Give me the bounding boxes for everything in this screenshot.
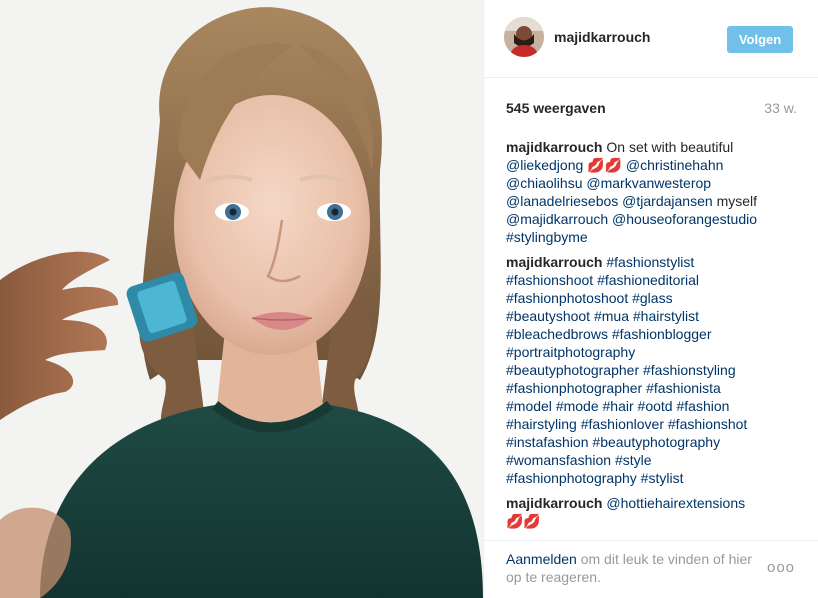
login-link[interactable]: Aanmelden <box>506 551 577 567</box>
post-footer: Aanmelden om dit leuk te vinden of hier … <box>484 540 818 598</box>
hashtag-link[interactable]: #beautyshoot <box>506 308 590 324</box>
avatar[interactable] <box>504 17 544 57</box>
more-options-icon[interactable]: ooo <box>766 560 796 575</box>
hashtag-link[interactable]: #fashionphotoshoot <box>506 290 628 306</box>
mention-link[interactable]: @houseoforangestudio <box>612 211 757 227</box>
mention-link[interactable]: @majidkarrouch <box>506 211 608 227</box>
hashtag-link[interactable]: #model <box>506 398 552 414</box>
hashtag-link[interactable]: #fashionshoot <box>506 272 593 288</box>
comment-list: majidkarrouch On set with beautiful @lie… <box>506 138 796 537</box>
username-link[interactable]: majidkarrouch <box>554 29 650 45</box>
hashtag-link[interactable]: #hairstyling <box>506 416 577 432</box>
hashtag-link[interactable]: #fashionstylist <box>606 254 694 270</box>
hashtag-link[interactable]: #beautyphotography <box>592 434 720 450</box>
post-stats: 545 weergaven 33 w. <box>506 100 797 120</box>
mention-link[interactable]: @hottiehairextensions <box>606 495 745 511</box>
lips-emoji: 💋💋 <box>587 157 623 173</box>
hashtag-link[interactable]: #fashionshot <box>668 416 747 432</box>
mention-link[interactable]: @markvanwesterop <box>586 175 711 191</box>
hashtag-link[interactable]: #bleachedbrows <box>506 326 608 342</box>
hashtag-link[interactable]: #hair <box>603 398 634 414</box>
hashtag-link[interactable]: #portraitphotography <box>506 344 635 360</box>
view-count: 545 weergaven <box>506 100 606 116</box>
mention-link[interactable]: @tjardajansen <box>622 193 713 209</box>
profile-photo-icon <box>504 17 544 57</box>
post-photo[interactable] <box>0 0 483 598</box>
hashtag-link[interactable]: #beautyphotographer <box>506 362 639 378</box>
follow-button[interactable]: Volgen <box>727 26 793 53</box>
hashtag-link[interactable]: #instafashion <box>506 434 589 450</box>
hashtag-link[interactable]: #fashion <box>676 398 729 414</box>
comment-text: #fashionstylist #fashionshoot #fashioned… <box>506 254 747 486</box>
mention-link[interactable]: @christinehahn <box>626 157 724 173</box>
mention-link[interactable]: @lanadelriesebos <box>506 193 618 209</box>
portrait-image <box>0 0 483 598</box>
hashtag-link[interactable]: #fashioneditorial <box>597 272 699 288</box>
hashtag-link[interactable]: #fashionphotographer <box>506 380 642 396</box>
post-sidebar: majidkarrouch Volgen 545 weergaven 33 w.… <box>483 0 818 598</box>
hashtag-link[interactable]: #hairstylist <box>633 308 699 324</box>
lips-emoji: 💋💋 <box>506 513 541 529</box>
comment-item: majidkarrouch On set with beautiful @lie… <box>506 138 796 246</box>
post-age[interactable]: 33 w. <box>764 100 797 116</box>
hashtag-link[interactable]: #style <box>615 452 652 468</box>
hashtag-link[interactable]: #fashionstyling <box>643 362 736 378</box>
mention-link[interactable]: @chiaolihsu <box>506 175 582 191</box>
hashtag-link[interactable]: #mode <box>556 398 599 414</box>
login-prompt: Aanmelden om dit leuk te vinden of hier … <box>506 550 756 586</box>
hashtag-link[interactable]: #stylist <box>641 470 684 486</box>
hashtag-link[interactable]: #fashionphotography <box>506 470 637 486</box>
comment-author[interactable]: majidkarrouch <box>506 139 602 155</box>
hashtag-link[interactable]: #fashionblogger <box>612 326 712 342</box>
comment-item: majidkarrouch @hottiehairextensions 💋💋 <box>506 494 796 530</box>
hashtag-link[interactable]: #stylingbyme <box>506 229 588 245</box>
comment-item: majidkarrouch #fashionstylist #fashionsh… <box>506 253 796 487</box>
hashtag-link[interactable]: #fashionista <box>646 380 721 396</box>
hashtag-link[interactable]: #mua <box>594 308 629 324</box>
mention-link[interactable]: @liekedjong <box>506 157 583 173</box>
hashtag-link[interactable]: #womansfashion <box>506 452 611 468</box>
comment-author[interactable]: majidkarrouch <box>506 495 602 511</box>
hashtag-link[interactable]: #glass <box>632 290 672 306</box>
hashtag-link[interactable]: #fashionlover <box>581 416 664 432</box>
comment-author[interactable]: majidkarrouch <box>506 254 602 270</box>
hashtag-link[interactable]: #ootd <box>638 398 673 414</box>
post-header: majidkarrouch Volgen <box>484 0 818 78</box>
